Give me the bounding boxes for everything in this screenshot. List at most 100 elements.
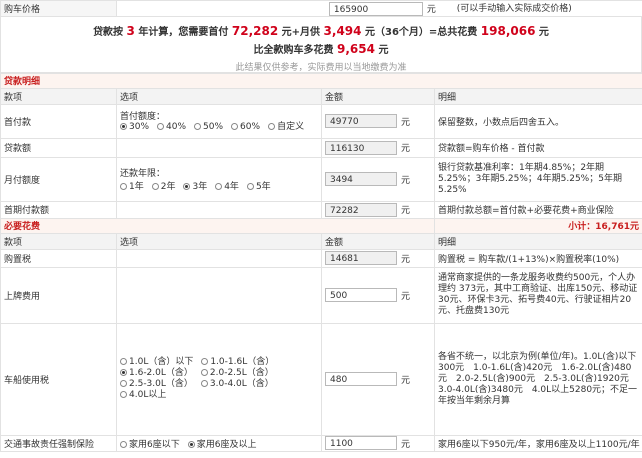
option-1-year[interactable]: 1年: [120, 179, 144, 192]
option-50[interactable]: 50%: [194, 122, 223, 133]
option-disp-2[interactable]: 1.0-1.6L（含）: [201, 357, 274, 368]
vehicle-tax-input[interactable]: 480: [325, 372, 397, 386]
option-4-year[interactable]: 4年: [215, 179, 239, 192]
vehicle-tax-options: 1.0L（含）以下 1.0-1.6L（含） 1.6-2.0L（含） 2.0-2.5L…: [116, 322, 322, 436]
radio-icon: [120, 391, 127, 398]
radio-icon: [194, 123, 202, 130]
option-60[interactable]: 60%: [231, 122, 260, 133]
option-5-year[interactable]: 5年: [246, 179, 271, 192]
col-detail: 明细: [433, 232, 642, 250]
row-label: 车船使用税: [0, 322, 117, 436]
row-label: 月付额度: [0, 156, 117, 202]
required-subtotal: 小计：16,761元: [433, 217, 642, 234]
row-detail: 首期付款总额=首付款+必要花费+商业保险: [433, 200, 642, 219]
unit: 元: [401, 439, 411, 450]
summary-note: 此结果仅供参考，实际费用以当地缴费为准: [235, 62, 407, 73]
loan-section-title: 贷款明细: [0, 72, 642, 89]
row-detail: 各省不统一，以北京为例(单位/年)。1.0L(含)以下300元 1.0-1.6L…: [433, 322, 642, 436]
down-payment-total: 72,282: [231, 23, 279, 38]
col-amount: 金额: [321, 87, 435, 105]
first-payment-input[interactable]: 72282: [325, 202, 397, 217]
radio-icon: [120, 440, 127, 448]
row-label: 首付款: [0, 103, 117, 139]
col-detail: 明细: [433, 87, 642, 105]
required-row-compulsory-insurance: 交通事故责任强制保险 家用6座以下 家用6座及以上 1100 元 家用6座以下950…: [0, 434, 642, 452]
col-item: 款项: [0, 87, 117, 105]
radio-icon: [120, 183, 127, 190]
radio-icon: [200, 369, 208, 376]
row-detail: 通常商家提供的一条龙服务收费约500元，个人办理约 373元，其中工商验证、出库…: [433, 266, 642, 324]
row-detail: 银行贷款基准利率：1年期4.85%；2年期5.25%；3年期5.25%；4年期5…: [433, 156, 642, 202]
radio-icon: [120, 369, 127, 376]
summary-line2: 比全款购车多花费 9,654 元: [253, 41, 389, 56]
option-30[interactable]: 30%: [120, 122, 149, 133]
radio-icon: [268, 123, 276, 130]
loan-summary: 贷款按 3 年计算，您需要首付 72,282 元+月供 3,494 元（36个月…: [0, 16, 642, 73]
radio-icon: [200, 380, 208, 387]
car-price-input[interactable]: 165900: [328, 1, 423, 16]
car-price-hint: (可以手动输入实际成交价格): [456, 4, 572, 14]
unit: 元: [401, 144, 411, 154]
unit: 元: [401, 291, 411, 302]
car-loan-calculator: 购车价格 165900 元 (可以手动输入实际成交价格) 贷款按 3 年计算，您需…: [0, 0, 642, 458]
col-option: 选项: [116, 232, 322, 250]
car-price-table: 购车价格 165900 元 (可以手动输入实际成交价格): [0, 0, 642, 17]
row-label: 交通事故责任强制保险: [0, 434, 117, 452]
option-title: 首付额度：: [120, 112, 166, 122]
car-price-label: 购车价格: [0, 0, 117, 17]
monthly-payment: 3,494: [323, 23, 362, 38]
purchase-tax-input[interactable]: 14681: [325, 251, 397, 265]
compulsory-insurance-input[interactable]: 1100: [325, 436, 397, 450]
option-disp-3[interactable]: 1.6-2.0L（含）: [120, 368, 193, 379]
loan-column-headers: 款项 选项 金额 明细: [0, 87, 642, 105]
required-column-headers: 款项 选项 金额 明细: [0, 232, 642, 250]
option-under-6-seats[interactable]: 家用6座以下: [120, 437, 180, 450]
summary-line1: 贷款按 3 年计算，您需要首付 72,282 元+月供 3,494 元（36个月…: [93, 23, 549, 38]
row-detail: 购置税 = 购车款/(1+13%)×购置税率(10%): [433, 248, 642, 268]
option-3-year[interactable]: 3年: [183, 179, 207, 192]
row-label: 购置税: [0, 248, 117, 268]
radio-icon: [151, 183, 159, 190]
option-disp-1[interactable]: 1.0L（含）以下: [120, 357, 193, 368]
car-price-unit: 元: [426, 5, 436, 15]
unit: 元: [401, 206, 411, 216]
loan-term-options: 1年 2年 3年 4年 5年: [120, 179, 318, 192]
option-disp-5[interactable]: 2.5-3.0L（含）: [120, 379, 193, 390]
radio-icon: [231, 123, 239, 130]
radio-icon: [120, 380, 127, 387]
radio-icon: [157, 123, 165, 130]
option-disp-7[interactable]: 4.0L以上: [120, 390, 166, 401]
radio-icon: [120, 358, 127, 365]
loan-amount-input[interactable]: 116130: [325, 140, 397, 155]
option-6-seats-plus[interactable]: 家用6座及以上: [187, 437, 256, 450]
monthly-payment-input[interactable]: 3494: [325, 172, 397, 186]
option-2-year[interactable]: 2年: [151, 179, 175, 192]
row-label: 首期付款额: [0, 200, 117, 219]
row-label: 上牌费用: [0, 266, 117, 324]
unit: 元: [401, 117, 411, 128]
down-payment-options: 30% 40% 50% 60% 自定义: [120, 122, 318, 133]
loan-row-first-payment: 首期付款额 72282 元 首期付款总额=首付款+必要花费+商业保险: [0, 200, 642, 219]
required-row-purchase-tax: 购置税 14681 元 购置税 = 购车款/(1+13%)×购置税率(10%): [0, 248, 642, 268]
down-payment-input[interactable]: 49770: [325, 114, 397, 128]
option-disp-4[interactable]: 2.0-2.5L（含）: [200, 368, 274, 379]
option-40[interactable]: 40%: [157, 122, 186, 133]
cost-table: 贷款明细 款项 选项 金额 明细 首付款 首付额度： 30% 40% 50% 60% 自…: [0, 72, 642, 452]
row-detail: 贷款额=购车价格 - 首付款: [433, 137, 642, 158]
loan-row-amount: 贷款额 116130 元 贷款额=购车价格 - 首付款: [0, 137, 642, 158]
plate-fee-input[interactable]: 500: [325, 288, 397, 302]
radio-icon: [183, 183, 191, 190]
row-detail: 保留整数，小数点后四舍五入。: [433, 103, 642, 139]
loan-row-down-payment: 首付款 首付额度： 30% 40% 50% 60% 自定义 49770 元 保留整数，小数…: [0, 103, 642, 139]
loan-row-monthly: 月付额度 还款年限： 1年 2年 3年 4年 5年 3494 元 银行贷款基准利率：1年期…: [0, 156, 642, 202]
option-disp-6[interactable]: 3.0-4.0L（含）: [200, 379, 274, 390]
col-item: 款项: [0, 232, 117, 250]
row-detail: 家用6座以下950元/年，家用6座及以上1100元/年: [433, 434, 642, 452]
required-row-plate-fee: 上牌费用 500 元 通常商家提供的一条龙服务收费约500元，个人办理约 373元…: [0, 266, 642, 324]
radio-icon: [187, 440, 195, 448]
radio-icon: [201, 358, 209, 365]
car-price-row: 购车价格 165900 元 (可以手动输入实际成交价格): [0, 0, 642, 17]
row-label: 贷款额: [0, 137, 117, 158]
unit: 元: [401, 375, 411, 386]
option-custom[interactable]: 自定义: [268, 122, 304, 133]
